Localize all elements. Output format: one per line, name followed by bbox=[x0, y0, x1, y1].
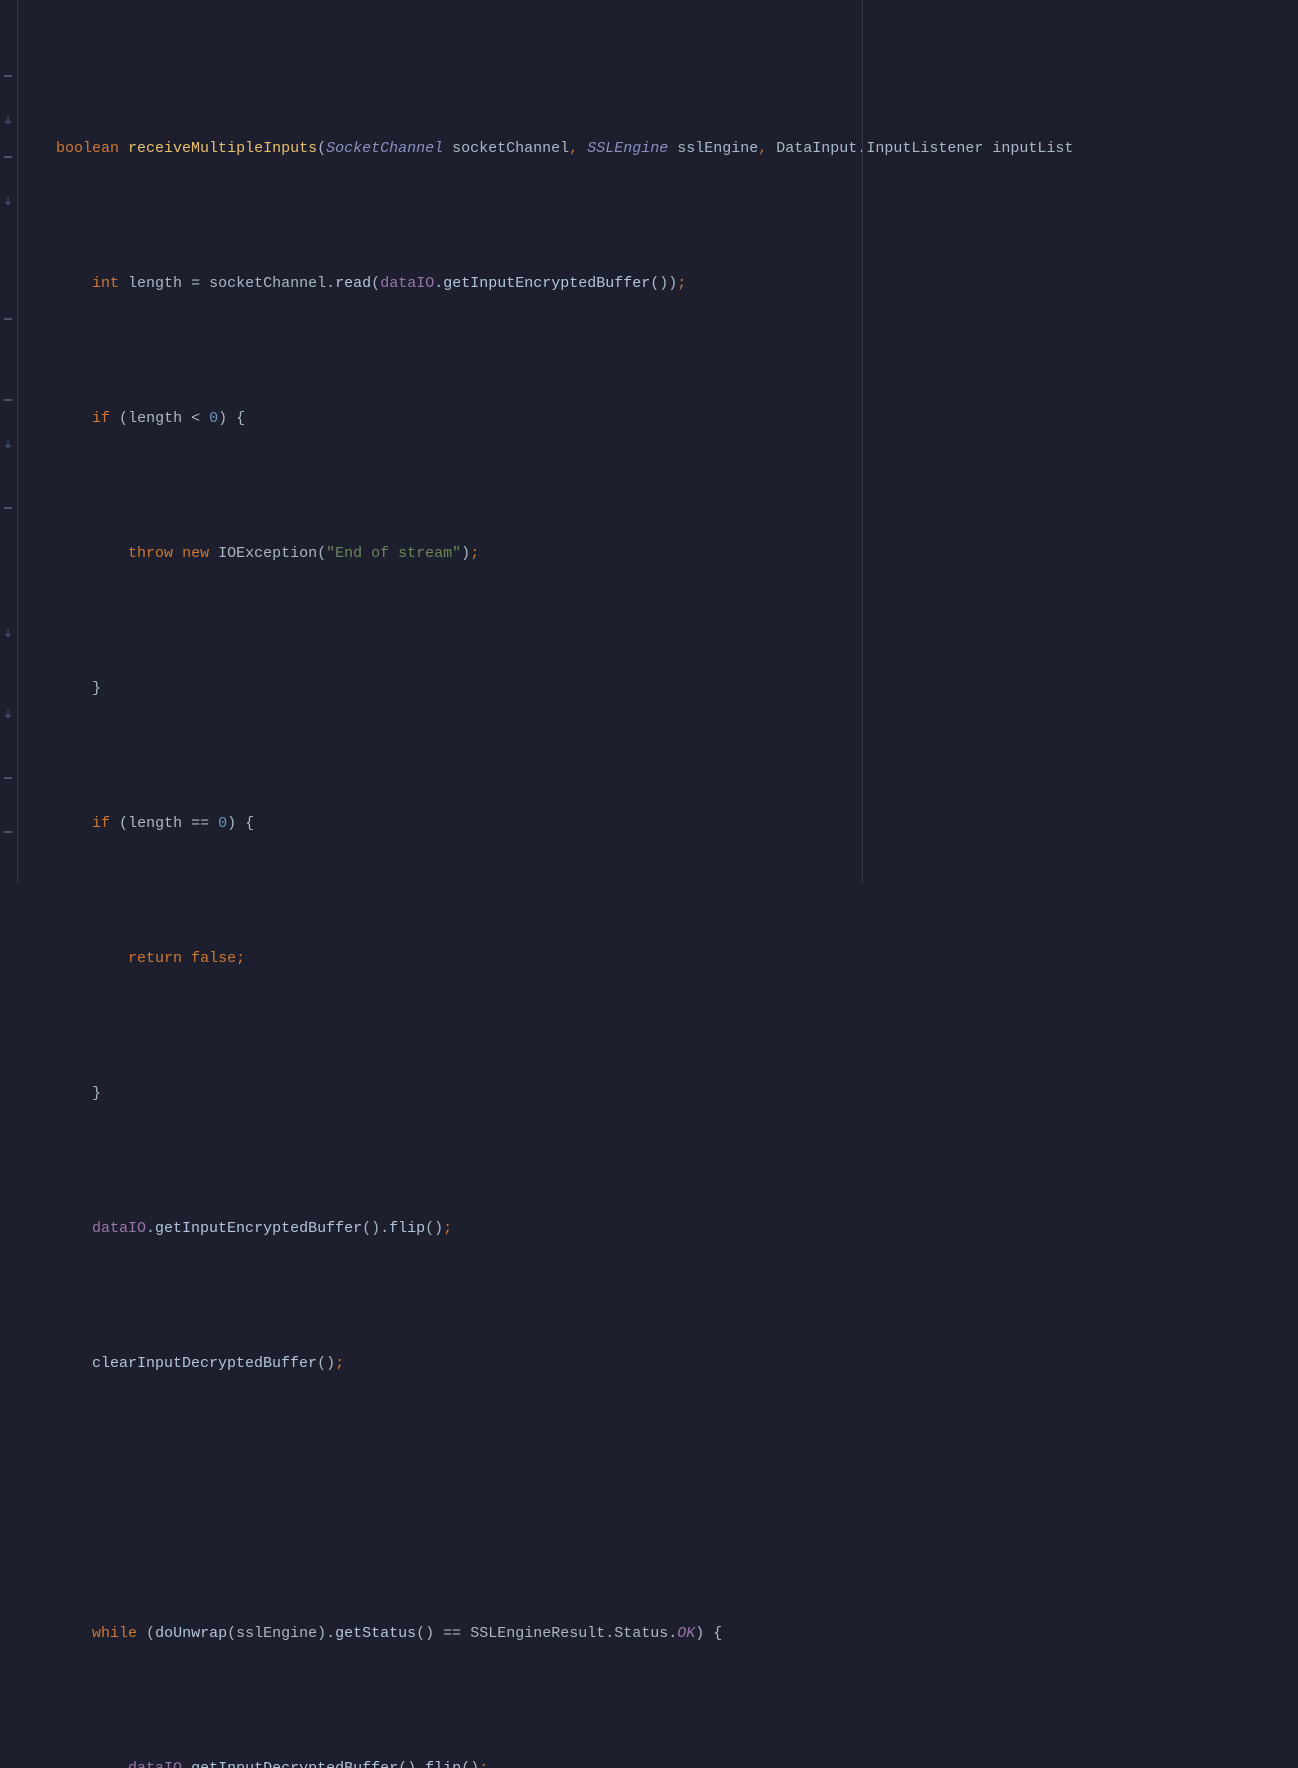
op-eqeq: == bbox=[443, 1625, 461, 1642]
gutter-lock-icon: ⏚ bbox=[2, 441, 14, 453]
class-ioexception: IOException bbox=[218, 545, 317, 562]
num-zero: 0 bbox=[209, 410, 218, 427]
code-line: dataIO.getInputEncryptedBuffer().flip(); bbox=[20, 1215, 1298, 1242]
keyword-while: while bbox=[92, 1625, 137, 1642]
code-line: } bbox=[20, 1080, 1298, 1107]
gutter-lock-icon: ⏚ bbox=[2, 198, 14, 210]
string-endofstream: "End of stream" bbox=[326, 545, 461, 562]
gutter-fold-icon[interactable] bbox=[4, 507, 12, 509]
method-name: receiveMultipleInputs bbox=[128, 140, 317, 157]
gutter-fold-icon[interactable] bbox=[4, 399, 12, 401]
keyword-new: new bbox=[182, 545, 209, 562]
type-socketchannel: SocketChannel bbox=[326, 140, 443, 157]
keyword-if: if bbox=[92, 410, 110, 427]
gutter-fold-icon[interactable] bbox=[4, 831, 12, 833]
keyword-if: if bbox=[92, 815, 110, 832]
call-read: read bbox=[335, 275, 371, 292]
call-flip: flip bbox=[425, 1760, 461, 1768]
enum-ok: OK bbox=[677, 1625, 695, 1642]
field-dataio: dataIO bbox=[92, 1220, 146, 1237]
code-line: dataIO.getInputDecryptedBuffer().flip(); bbox=[20, 1755, 1298, 1768]
type-inputlistener: InputListener bbox=[866, 140, 983, 157]
gutter-lock-icon: ⏚ bbox=[2, 630, 14, 642]
op-lt: < bbox=[191, 410, 200, 427]
field-dataio: dataIO bbox=[128, 1760, 182, 1768]
gutter-fold-icon[interactable] bbox=[4, 156, 12, 158]
ref-length: length bbox=[128, 815, 182, 832]
call-flip: flip bbox=[389, 1220, 425, 1237]
class-status: Status bbox=[614, 1625, 668, 1642]
param-socketchannel: socketChannel bbox=[452, 140, 569, 157]
code-line bbox=[20, 1485, 1298, 1512]
field-dataio: dataIO bbox=[380, 275, 434, 292]
call-getinputdecryptedbuffer: getInputDecryptedBuffer bbox=[191, 1760, 398, 1768]
code-line: return false; bbox=[20, 945, 1298, 972]
gutter-fold-icon[interactable] bbox=[4, 75, 12, 77]
call-getinputencryptedbuffer: getInputEncryptedBuffer bbox=[443, 275, 650, 292]
gutter-lock-icon: ⏚ bbox=[2, 711, 14, 723]
keyword-return: return bbox=[128, 950, 182, 967]
class-sslengineresult: SSLEngineResult bbox=[470, 1625, 605, 1642]
code-line: clearInputDecryptedBuffer(); bbox=[20, 1350, 1298, 1377]
code-line: while (doUnwrap(sslEngine).getStatus() =… bbox=[20, 1620, 1298, 1647]
type-datainput: DataInput bbox=[776, 140, 857, 157]
keyword-false: false bbox=[191, 950, 236, 967]
code-line: if (length < 0) { bbox=[20, 405, 1298, 432]
call-dounwrap: doUnwrap bbox=[155, 1625, 227, 1642]
code-area[interactable]: boolean receiveMultipleInputs(SocketChan… bbox=[18, 0, 1298, 884]
keyword-throw: throw bbox=[128, 545, 173, 562]
code-editor[interactable]: ⏚ ⏚ ⏚ ⏚ ⏚ boolean receiveMultipleInputs(Sock… bbox=[0, 0, 1298, 884]
gutter: ⏚ ⏚ ⏚ ⏚ ⏚ bbox=[0, 0, 18, 884]
gutter-fold-icon[interactable] bbox=[4, 777, 12, 779]
code-line: } bbox=[20, 675, 1298, 702]
param-inputlistener: inputList bbox=[992, 140, 1073, 157]
ref-length: length bbox=[128, 410, 182, 427]
op-eqeq: == bbox=[191, 815, 209, 832]
param-sslengine: sslEngine bbox=[677, 140, 758, 157]
var-length: length bbox=[128, 275, 182, 292]
gutter-lock-icon: ⏚ bbox=[2, 117, 14, 129]
code-line: boolean receiveMultipleInputs(SocketChan… bbox=[20, 135, 1298, 162]
ref-socketchannel: socketChannel bbox=[209, 275, 326, 292]
code-line: int length = socketChannel.read(dataIO.g… bbox=[20, 270, 1298, 297]
ref-sslengine: sslEngine bbox=[236, 1625, 317, 1642]
call-clearinputdecryptedbuffer: clearInputDecryptedBuffer bbox=[92, 1355, 317, 1372]
code-line: throw new IOException("End of stream"); bbox=[20, 540, 1298, 567]
num-zero: 0 bbox=[218, 815, 227, 832]
gutter-fold-icon[interactable] bbox=[4, 318, 12, 320]
right-margin-guide bbox=[862, 0, 863, 884]
code-line: if (length == 0) { bbox=[20, 810, 1298, 837]
keyword-int: int bbox=[92, 275, 119, 292]
call-getinputencryptedbuffer: getInputEncryptedBuffer bbox=[155, 1220, 362, 1237]
type-sslengine: SSLEngine bbox=[587, 140, 668, 157]
call-getstatus: getStatus bbox=[335, 1625, 416, 1642]
keyword-boolean: boolean bbox=[56, 140, 119, 157]
